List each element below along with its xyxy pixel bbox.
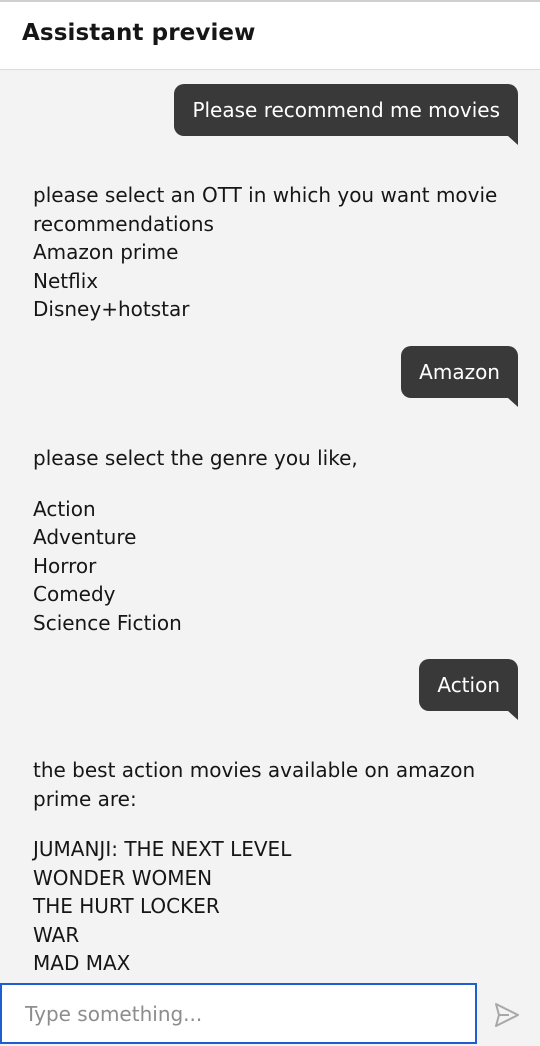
bot-message: the best action movies available on amaz… (33, 756, 503, 978)
bot-option: Adventure (33, 525, 137, 549)
user-message: Action (419, 659, 518, 720)
movie-item: JUMANJI: THE NEXT LEVEL (33, 837, 292, 861)
bot-text-line: please select an OTT in which you want m… (33, 183, 498, 207)
movie-item: WONDER WOMEN (33, 865, 213, 890)
send-button[interactable] (492, 1000, 522, 1030)
bot-text-line: please select the genre you like, (33, 446, 358, 470)
user-message: Please recommend me movies (174, 84, 518, 145)
bot-message: please select the genre you like, Action… (33, 444, 503, 637)
movie-item: MAD MAX (33, 951, 131, 975)
bot-option: Horror (33, 553, 97, 578)
message-composer (0, 982, 540, 1046)
message-input[interactable] (0, 983, 477, 1044)
bot-text-line: recommendations (33, 211, 214, 236)
header: Assistant preview (0, 0, 540, 70)
bot-option: Action (33, 496, 96, 521)
bot-message: please select an OTT in which you want m… (33, 181, 503, 324)
movie-item: THE HURT LOCKER (33, 894, 220, 918)
bot-text-line: the best action movies available on amaz… (33, 758, 476, 782)
movie-item: WAR (33, 922, 80, 947)
send-icon (495, 1003, 519, 1027)
assistant-preview-app: Assistant preview Please recommend me mo… (0, 0, 540, 1046)
bot-option: Disney+hotstar (33, 297, 190, 321)
message-list[interactable]: Please recommend me movies please select… (0, 70, 540, 982)
bot-option: Amazon prime (33, 240, 179, 264)
bot-option: Comedy (33, 582, 116, 606)
bot-text-line: prime are: (33, 786, 137, 811)
page-title: Assistant preview (22, 20, 256, 46)
bot-option: Netflix (33, 268, 99, 293)
bot-option: Science Fiction (33, 610, 182, 635)
user-message: Amazon (401, 346, 518, 407)
